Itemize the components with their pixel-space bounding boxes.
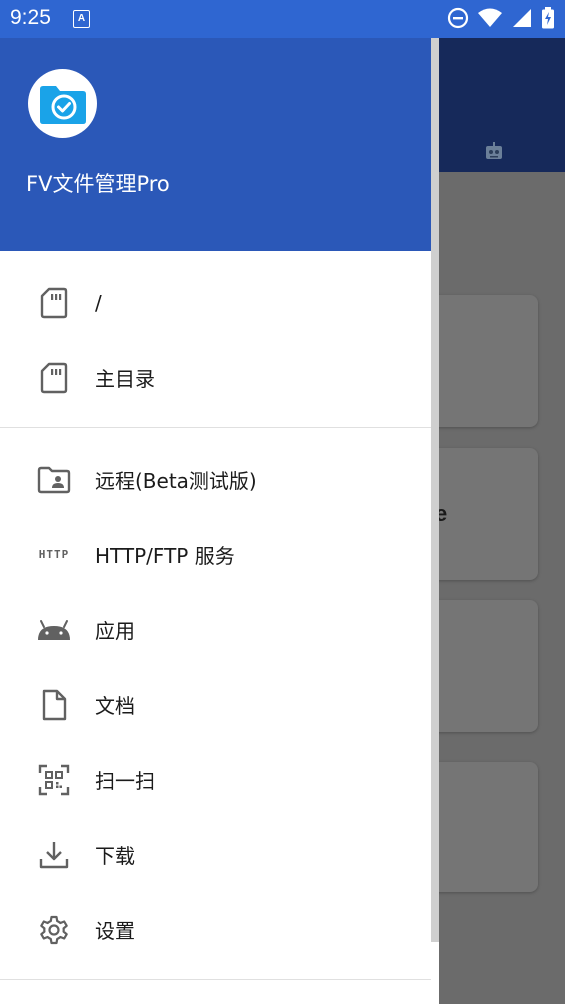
drawer-item-label: 主目录 [95,367,155,391]
drawer-item-documents[interactable]: 文档 [0,667,431,742]
drawer-item-download[interactable]: 下载 [0,817,431,892]
drawer-item-label: 远程(Beta测试版) [95,469,257,493]
background-card [430,762,538,892]
navigation-drawer: FV文件管理Pro / 主目录 远程(Beta测试版) HTTP HTTP/FT… [0,38,439,1004]
wifi-icon [478,8,502,27]
gear-icon [36,912,72,948]
drawer-menu: / 主目录 远程(Beta测试版) HTTP HTTP/FTP 服务 应用 文档… [0,251,431,980]
drawer-item-label: 扫一扫 [95,769,155,793]
drawer-item-label: 应用 [95,619,135,643]
http-icon: HTTP [38,548,70,561]
do-not-disturb-icon [447,7,469,29]
drawer-item-settings[interactable]: 设置 [0,892,431,967]
drawer-item-label: HTTP/FTP 服务 [95,544,235,568]
battery-icon [542,7,554,29]
signal-icon [513,9,531,27]
download-icon [36,837,72,873]
status-time: 9:25 [10,6,51,29]
android-icon [36,612,72,648]
drawer-header: FV文件管理Pro [0,38,439,251]
status-bar: 9:25 A [0,0,565,38]
status-icons [447,7,555,29]
drawer-item-remote[interactable]: 远程(Beta测试版) [0,442,431,517]
drawer-scrollbar[interactable] [431,38,439,942]
robot-icon [486,142,502,159]
drawer-divider [0,979,431,980]
folder-user-icon [36,462,72,498]
notification-icon: A [73,10,90,28]
background-card [430,600,538,732]
drawer-item-label: 设置 [95,919,135,943]
sd-card-icon [36,360,72,396]
folder-check-icon [39,85,86,124]
background-card [430,295,538,427]
drawer-item-label: 文档 [95,694,135,718]
drawer-item-label: 下载 [95,844,135,868]
drawer-item-label: / [95,290,102,315]
drawer-item-scan[interactable]: 扫一扫 [0,742,431,817]
drawer-item-home[interactable]: 主目录 [0,340,431,415]
qr-scan-icon [36,762,72,798]
sd-card-icon [36,285,72,321]
app-logo [28,69,97,138]
app-name: FV文件管理Pro [26,172,170,196]
drawer-item-root[interactable]: / [0,265,431,340]
drawer-item-http-ftp[interactable]: HTTP HTTP/FTP 服务 [0,517,431,592]
drawer-item-apps[interactable]: 应用 [0,592,431,667]
document-icon [36,687,72,723]
